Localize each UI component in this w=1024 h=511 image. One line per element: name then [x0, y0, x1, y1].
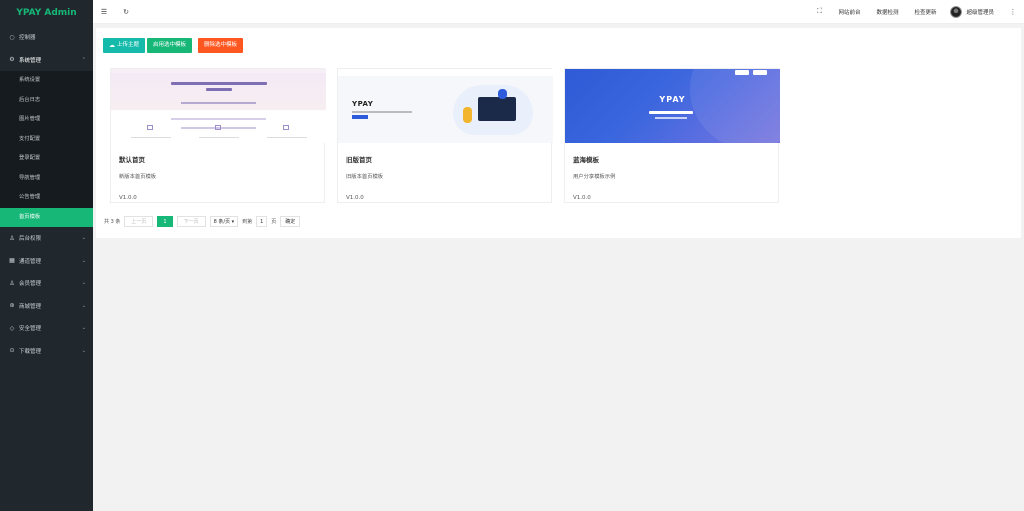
sidebar-item-label: 安全管理 — [19, 326, 42, 333]
user-icon: ♙ — [9, 234, 15, 242]
chevron-up-icon: ⌃ — [81, 56, 86, 63]
chevron-down-icon: ⌄ — [81, 302, 86, 309]
download-icon: ⊙ — [9, 347, 15, 355]
data-check-link[interactable]: 数据检测 — [868, 8, 906, 16]
template-thumbnail — [111, 69, 326, 143]
sidebar-subitem-login[interactable]: 登录配置 — [0, 149, 93, 169]
sidebar-item-dashboard[interactable]: ○ 控制器 — [0, 26, 93, 49]
sidebar-submenu-system: 系统设置 后台日志 图片管理 支付配置 登录配置 导航管理 公告管理 首页模板 — [0, 71, 93, 227]
diamond-icon: ◇ — [9, 324, 15, 332]
user-menu[interactable]: 超级管理员 — [944, 5, 1002, 18]
chevron-down-icon: ⌄ — [81, 257, 86, 264]
sidebar-item-label: 下载管理 — [19, 348, 42, 355]
sidebar-item-label: 控制器 — [19, 35, 36, 42]
sidebar-item-label: 会员管理 — [19, 281, 42, 288]
topbar-right: ⛶ 网站前台 数据检测 检查更新 超级管理员 ⋮ — [808, 0, 1024, 23]
page-unit-label: 页 — [271, 219, 277, 225]
sidebar-subitem-notices[interactable]: 公告管理 — [0, 188, 93, 208]
action-bar: ☁ 上传主题 启用选中模板 删除选中模板 — [103, 38, 244, 53]
sidebar-item-label: 系统管理 — [19, 57, 42, 64]
chevron-down-icon: ⌄ — [81, 280, 86, 287]
sidebar-item-label: 通道管理 — [19, 258, 42, 265]
frontend-link[interactable]: 网站前台 — [830, 8, 868, 16]
page-size-value: 8 条/页 — [213, 219, 231, 225]
sidebar-item-members[interactable]: ♙ 会员管理 ⌄ — [0, 272, 93, 295]
template-card-body: 蓝海模板 用户分享模板示例 V1.0.0 — [565, 143, 778, 209]
user-icon: ♙ — [9, 279, 15, 287]
template-card-bluesea[interactable]: YPAY 蓝海模板 用户分享模板示例 V1.0.0 — [564, 68, 780, 203]
pagination: 共 3 条 上一页 1 下一页 8 条/页 ▾ 到第 1 页 确定 — [104, 216, 301, 227]
circle-icon: ⊛ — [9, 302, 15, 310]
total-count: 共 3 条 — [104, 219, 121, 225]
enable-template-button[interactable]: 启用选中模板 — [147, 38, 193, 53]
upload-theme-label: 上传主题 — [117, 42, 140, 48]
sidebar-item-security[interactable]: ◇ 安全管理 ⌄ — [0, 317, 93, 340]
sidebar-item-permissions[interactable]: ♙ 后台权限 ⌄ — [0, 227, 93, 250]
sidebar-item-shop[interactable]: ⊛ 商城管理 ⌄ — [0, 295, 93, 318]
chevron-down-icon: ⌄ — [81, 347, 86, 354]
template-thumbnail: YPAY — [565, 69, 780, 143]
sidebar-item-label: 后台权限 — [19, 236, 42, 243]
sidebar-item-downloads[interactable]: ⊙ 下载管理 ⌄ — [0, 340, 93, 363]
template-description: 用户分享模板示例 — [573, 174, 616, 180]
sidebar-subitem-settings[interactable]: 系统设置 — [0, 71, 93, 91]
template-card-legacy[interactable]: YPAY 旧版首页 旧版本首页模板 V1.0.0 — [337, 68, 553, 203]
sidebar-subitem-payment[interactable]: 支付配置 — [0, 130, 93, 150]
template-version: V1.0.0 — [573, 195, 591, 201]
next-page-button[interactable]: 下一页 — [176, 216, 206, 227]
template-title: 蓝海模板 — [573, 156, 599, 164]
page-1-button[interactable]: 1 — [157, 216, 173, 227]
template-list: 默认首页 新版本首页模板 V1.0.0 YPAY 旧版首页 旧版本首页模板 V1… — [110, 68, 780, 203]
sidebar-item-channels[interactable]: ▦ 通道管理 ⌄ — [0, 250, 93, 273]
template-description: 旧版本首页模板 — [346, 174, 384, 180]
page-size-select[interactable]: 8 条/页 ▾ — [209, 216, 239, 227]
sidebar-item-label: 商城管理 — [19, 303, 42, 310]
goto-label: 到第 — [242, 219, 253, 225]
sidebar-item-system[interactable]: ⚙ 系统管理 ⌃ — [0, 49, 93, 72]
prev-page-button[interactable]: 上一页 — [124, 216, 154, 227]
thumbnail-logo-text: YPAY — [659, 95, 686, 104]
avatar — [950, 5, 963, 18]
delete-template-button[interactable]: 删除选中模板 — [198, 38, 244, 53]
template-card-body: 旧版首页 旧版本首页模板 V1.0.0 — [338, 143, 551, 209]
brand-logo: YPAY Admin — [16, 8, 77, 18]
upload-theme-button[interactable]: ☁ 上传主题 — [103, 38, 146, 53]
more-icon[interactable]: ⋮ — [1002, 8, 1024, 16]
sidebar-subitem-logs[interactable]: 后台日志 — [0, 91, 93, 111]
topbar: ☰ ↻ ⛶ 网站前台 数据检测 检查更新 超级管理员 ⋮ — [93, 0, 1024, 24]
sidebar: YPAY Admin ○ 控制器 ⚙ 系统管理 ⌃ 系统设置 后台日志 图片管理… — [0, 0, 93, 511]
template-version: V1.0.0 — [119, 195, 137, 201]
thumbnail-logo-text: YPAY — [352, 100, 374, 108]
user-name: 超级管理员 — [966, 9, 994, 16]
gear-icon: ⚙ — [9, 56, 15, 64]
sidebar-subitem-home-template[interactable]: 首页模板 — [0, 207, 93, 227]
cloud-upload-icon: ☁ — [109, 42, 115, 49]
template-version: V1.0.0 — [346, 195, 364, 201]
goto-confirm-button[interactable]: 确定 — [280, 216, 301, 227]
template-card-body: 默认首页 新版本首页模板 V1.0.0 — [111, 143, 324, 209]
menu-toggle-icon[interactable]: ☰ — [93, 8, 115, 16]
fullscreen-icon[interactable]: ⛶ — [808, 7, 830, 16]
chevron-down-icon: ⌄ — [81, 325, 86, 332]
template-description: 新版本首页模板 — [119, 174, 157, 180]
main-panel: ☁ 上传主题 启用选中模板 删除选中模板 默认首页 新版本首页模板 V1.0.0… — [96, 28, 1021, 238]
chevron-down-icon: ⌄ — [81, 235, 86, 242]
template-title: 默认首页 — [119, 156, 145, 164]
check-update-link[interactable]: 检查更新 — [906, 8, 944, 16]
home-icon: ○ — [9, 33, 15, 41]
grid-icon: ▦ — [9, 257, 15, 265]
sidebar-subitem-navigation[interactable]: 导航管理 — [0, 169, 93, 189]
template-card-default[interactable]: 默认首页 新版本首页模板 V1.0.0 — [110, 68, 326, 203]
template-title: 旧版首页 — [346, 156, 372, 164]
sidebar-subitem-images[interactable]: 图片管理 — [0, 110, 93, 130]
template-thumbnail: YPAY — [338, 69, 553, 143]
refresh-icon[interactable]: ↻ — [115, 8, 137, 16]
goto-page-input[interactable]: 1 — [256, 216, 268, 227]
